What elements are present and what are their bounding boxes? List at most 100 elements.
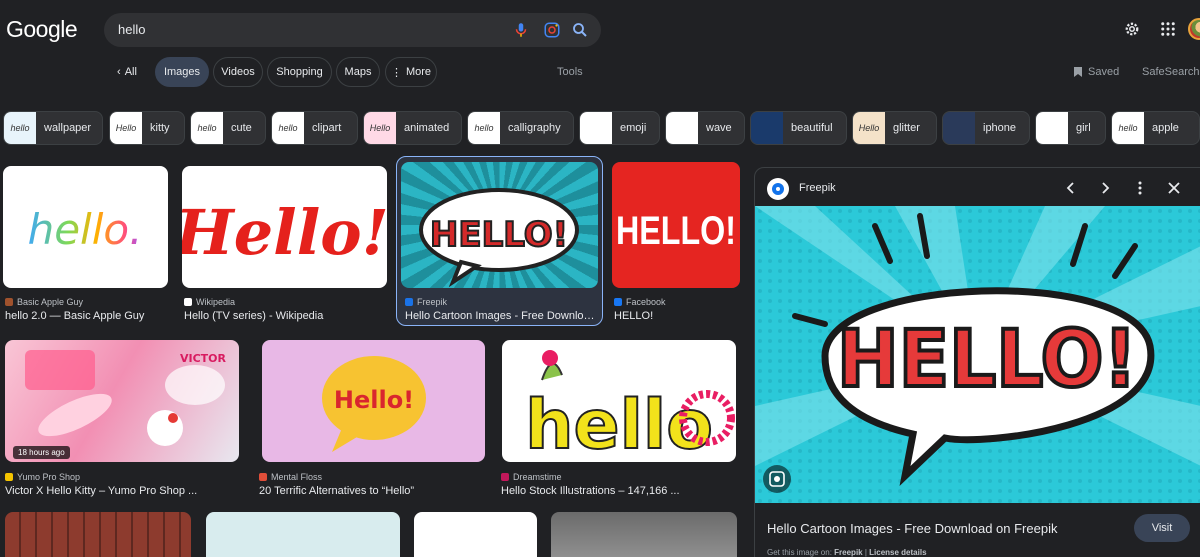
tab-maps[interactable]: Maps — [336, 57, 380, 87]
result-title[interactable]: 20 Terrific Alternatives to “Hello” — [259, 485, 485, 497]
svg-text:HELLO!: HELLO! — [837, 315, 1137, 405]
close-icon[interactable] — [1166, 180, 1182, 196]
account-avatar[interactable] — [1188, 18, 1200, 40]
tab-more[interactable]: ⋮ More — [385, 57, 437, 87]
result-image-partial[interactable] — [414, 512, 537, 557]
result-title[interactable]: HELLO! — [614, 310, 742, 322]
google-logo[interactable]: Google — [6, 16, 78, 43]
result-title[interactable]: Victor X Hello Kitty – Yumo Pro Shop ... — [5, 485, 239, 497]
facebook-favicon-icon — [614, 298, 622, 306]
freepik-favicon-icon[interactable] — [767, 178, 789, 200]
search-icon[interactable] — [571, 21, 589, 39]
chip-thumbnail: hello — [468, 112, 500, 144]
related-chip-beautiful[interactable]: beautiful — [750, 111, 847, 145]
chip-label: beautiful — [791, 122, 833, 134]
related-chip-iphone[interactable]: iphone — [942, 111, 1030, 145]
chip-thumbnail: hello — [1112, 112, 1144, 144]
related-chip-emoji[interactable]: emoji — [579, 111, 660, 145]
svg-text:Hello!: Hello! — [182, 196, 387, 269]
more-vert-icon[interactable] — [1132, 180, 1148, 196]
panel-title[interactable]: Hello Cartoon Images - Free Download on … — [767, 521, 1057, 536]
time-badge: 18 hours ago — [13, 446, 70, 459]
apps-grid-icon[interactable] — [1159, 20, 1177, 38]
chip-label: girl — [1076, 122, 1091, 134]
result-image[interactable]: VICTOR 18 hours ago — [5, 340, 239, 462]
lens-icon[interactable] — [543, 21, 561, 39]
chip-label: glitter — [893, 122, 920, 134]
wikipedia-favicon-icon — [184, 298, 192, 306]
svg-text:VICTOR: VICTOR — [180, 352, 227, 365]
safesearch-button[interactable]: SafeSearch — [1142, 66, 1199, 78]
related-chip-glitter[interactable]: Hello glitter — [852, 111, 937, 145]
related-chip-apple[interactable]: hello apple — [1111, 111, 1200, 145]
settings-gear-icon[interactable] — [1123, 20, 1141, 38]
result-title[interactable]: Hello Cartoon Images - Free Download ... — [405, 310, 597, 322]
related-chip-cute[interactable]: hello cute — [190, 111, 266, 145]
result-image[interactable]: HELLO! — [612, 162, 740, 288]
search-input[interactable]: hello — [118, 22, 145, 37]
related-chip-wave[interactable]: wave — [665, 111, 745, 145]
related-chip-calligraphy[interactable]: hello calligraphy — [467, 111, 574, 145]
result-title[interactable]: Hello Stock Illustrations – 147,166 ... — [501, 485, 736, 497]
result-image-partial[interactable] — [551, 512, 737, 557]
chip-label: animated — [404, 122, 450, 134]
result-source[interactable]: Freepik — [405, 297, 447, 307]
chevron-left-icon[interactable] — [1063, 180, 1079, 196]
favicon-icon — [5, 473, 13, 481]
mic-icon[interactable] — [512, 21, 530, 39]
visit-button[interactable]: Visit — [1134, 514, 1190, 542]
panel-preview-image[interactable]: HELLO! — [755, 206, 1200, 503]
tab-shopping[interactable]: Shopping — [267, 57, 332, 87]
related-chip-wallpaper[interactable]: hello wallpaper — [3, 111, 103, 145]
chip-thumbnail: hello — [191, 112, 223, 144]
result-image-partial[interactable] — [5, 512, 191, 557]
chevron-right-icon[interactable] — [1097, 180, 1113, 196]
result-source[interactable]: Basic Apple Guy — [5, 297, 83, 307]
result-source[interactable]: Yumo Pro Shop — [5, 472, 80, 482]
svg-text:hello.: hello. — [28, 205, 143, 254]
more-vert-icon: ⋮ — [390, 66, 402, 79]
result-source[interactable]: Wikipedia — [184, 297, 235, 307]
chip-thumbnail — [1036, 112, 1068, 144]
result-source[interactable]: Mental Floss — [259, 472, 322, 482]
chip-label: calligraphy — [508, 122, 561, 134]
tab-videos[interactable]: Videos — [213, 57, 263, 87]
favicon-icon — [259, 473, 267, 481]
result-image[interactable]: HELLO! — [401, 162, 598, 288]
result-image[interactable]: Hello! — [262, 340, 485, 462]
license-details-link[interactable]: License details — [869, 548, 926, 557]
panel-get-image-on: Get this image on: Freepik | License det… — [767, 548, 927, 557]
chip-thumbnail: Hello — [110, 112, 142, 144]
result-title[interactable]: hello 2.0 — Basic Apple Guy — [5, 310, 170, 322]
result-source[interactable]: Facebook — [614, 297, 666, 307]
tab-all[interactable]: ‹ All — [104, 57, 150, 87]
related-chip-animated[interactable]: Hello animated — [363, 111, 462, 145]
result-image-partial[interactable] — [206, 512, 400, 557]
related-chip-clipart[interactable]: hello clipart — [271, 111, 358, 145]
related-chip-kitty[interactable]: Hello kitty — [109, 111, 185, 145]
chip-label: wave — [706, 122, 732, 134]
panel-get-source-link[interactable]: Freepik — [834, 548, 862, 557]
result-image[interactable]: hello. — [3, 166, 168, 288]
tools-button[interactable]: Tools — [557, 66, 583, 78]
svg-text:HELLO!: HELLO! — [616, 209, 736, 253]
saved-button[interactable]: Saved — [1073, 66, 1119, 78]
chip-label: kitty — [150, 122, 170, 134]
svg-text:Hello!: Hello! — [334, 386, 414, 414]
svg-text:hello: hello — [525, 386, 713, 462]
related-chip-girl[interactable]: girl — [1035, 111, 1106, 145]
image-preview-panel: Freepik HELLO! Hello Cartoon Images - Fr… — [754, 167, 1200, 557]
svg-text:HELLO!: HELLO! — [430, 215, 568, 255]
search-box[interactable]: hello — [104, 13, 601, 47]
tab-images[interactable]: Images — [155, 57, 209, 87]
result-image[interactable]: hello — [502, 340, 736, 462]
favicon-icon — [501, 473, 509, 481]
result-source[interactable]: Dreamstime — [501, 472, 562, 482]
chip-label: wallpaper — [44, 122, 92, 134]
result-image[interactable]: Hello! — [182, 166, 387, 288]
result-title[interactable]: Hello (TV series) - Wikipedia — [184, 310, 389, 322]
chip-label: clipart — [312, 122, 342, 134]
favicon-icon — [5, 298, 13, 306]
chip-thumbnail — [943, 112, 975, 144]
panel-source-name[interactable]: Freepik — [799, 182, 836, 194]
